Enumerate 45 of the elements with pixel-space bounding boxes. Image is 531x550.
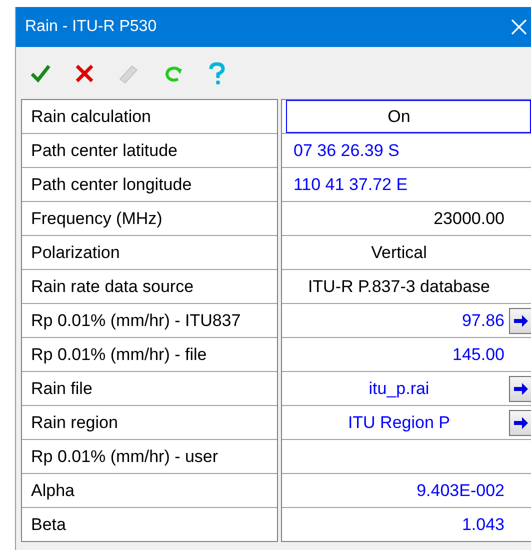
value-cell[interactable]: 9.403E-002: [286, 474, 531, 507]
property-label: Rain calculation: [30, 106, 152, 126]
property-label: Rain file: [30, 378, 92, 398]
property-label: Path center latitude: [30, 140, 178, 160]
property-value[interactable]: 97.86: [287, 310, 504, 330]
arrow-icon: [513, 416, 530, 430]
property-label: Polarization: [30, 242, 120, 262]
property-value[interactable]: Vertical: [287, 242, 504, 262]
close-icon[interactable]: [509, 17, 529, 37]
value-cell[interactable]: 23000.00: [286, 202, 531, 235]
property-value[interactable]: 23000.00: [287, 208, 504, 228]
property-label: Rain region: [30, 412, 118, 432]
property-label: Path center longitude: [30, 174, 192, 194]
property-label: Rain rate data source: [30, 276, 194, 296]
property-label: Rp 0.01% (mm/hr) - file: [30, 344, 207, 364]
value-cell[interactable]: ITU Region P: [286, 406, 531, 439]
value-cell[interactable]: ITU-R P.837-3 database: [286, 270, 531, 303]
arrow-button[interactable]: [509, 308, 531, 334]
property-label: Alpha: [30, 480, 74, 500]
value-cell[interactable]: 145.00: [286, 338, 531, 371]
property-value[interactable]: 1.043: [287, 514, 504, 534]
value-cell[interactable]: On: [286, 100, 531, 133]
property-value[interactable]: 07 36 26.39 S: [287, 140, 504, 160]
arrow-button[interactable]: [509, 376, 531, 402]
property-value[interactable]: 110 41 37.72 E: [287, 174, 504, 194]
property-value[interactable]: 145.00: [287, 344, 504, 364]
arrow-button[interactable]: [509, 410, 531, 436]
property-label: Rp 0.01% (mm/hr) - ITU837: [30, 310, 241, 330]
property-value[interactable]: ITU-R P.837-3 database: [287, 276, 504, 296]
value-cell[interactable]: itu_p.rai: [286, 372, 531, 405]
property-value[interactable]: 9.403E-002: [287, 480, 504, 500]
property-label: Frequency (MHz): [30, 208, 162, 228]
window-title: Rain - ITU-R P530: [25, 18, 157, 36]
property-label: Beta: [30, 514, 66, 534]
arrow-icon: [513, 382, 530, 396]
value-cell[interactable]: Vertical: [286, 236, 531, 269]
property-value[interactable]: ITU Region P: [287, 412, 504, 432]
property-value[interactable]: itu_p.rai: [287, 378, 504, 398]
value-cell[interactable]: 110 41 37.72 E: [286, 168, 531, 201]
arrow-icon: [513, 314, 530, 328]
value-cell[interactable]: 1.043: [286, 508, 531, 541]
property-value[interactable]: On: [287, 106, 504, 126]
value-cell[interactable]: 07 36 26.39 S: [286, 134, 531, 167]
property-label: Rp 0.01% (mm/hr) - user: [30, 446, 218, 466]
value-cell[interactable]: 97.86: [286, 304, 531, 337]
